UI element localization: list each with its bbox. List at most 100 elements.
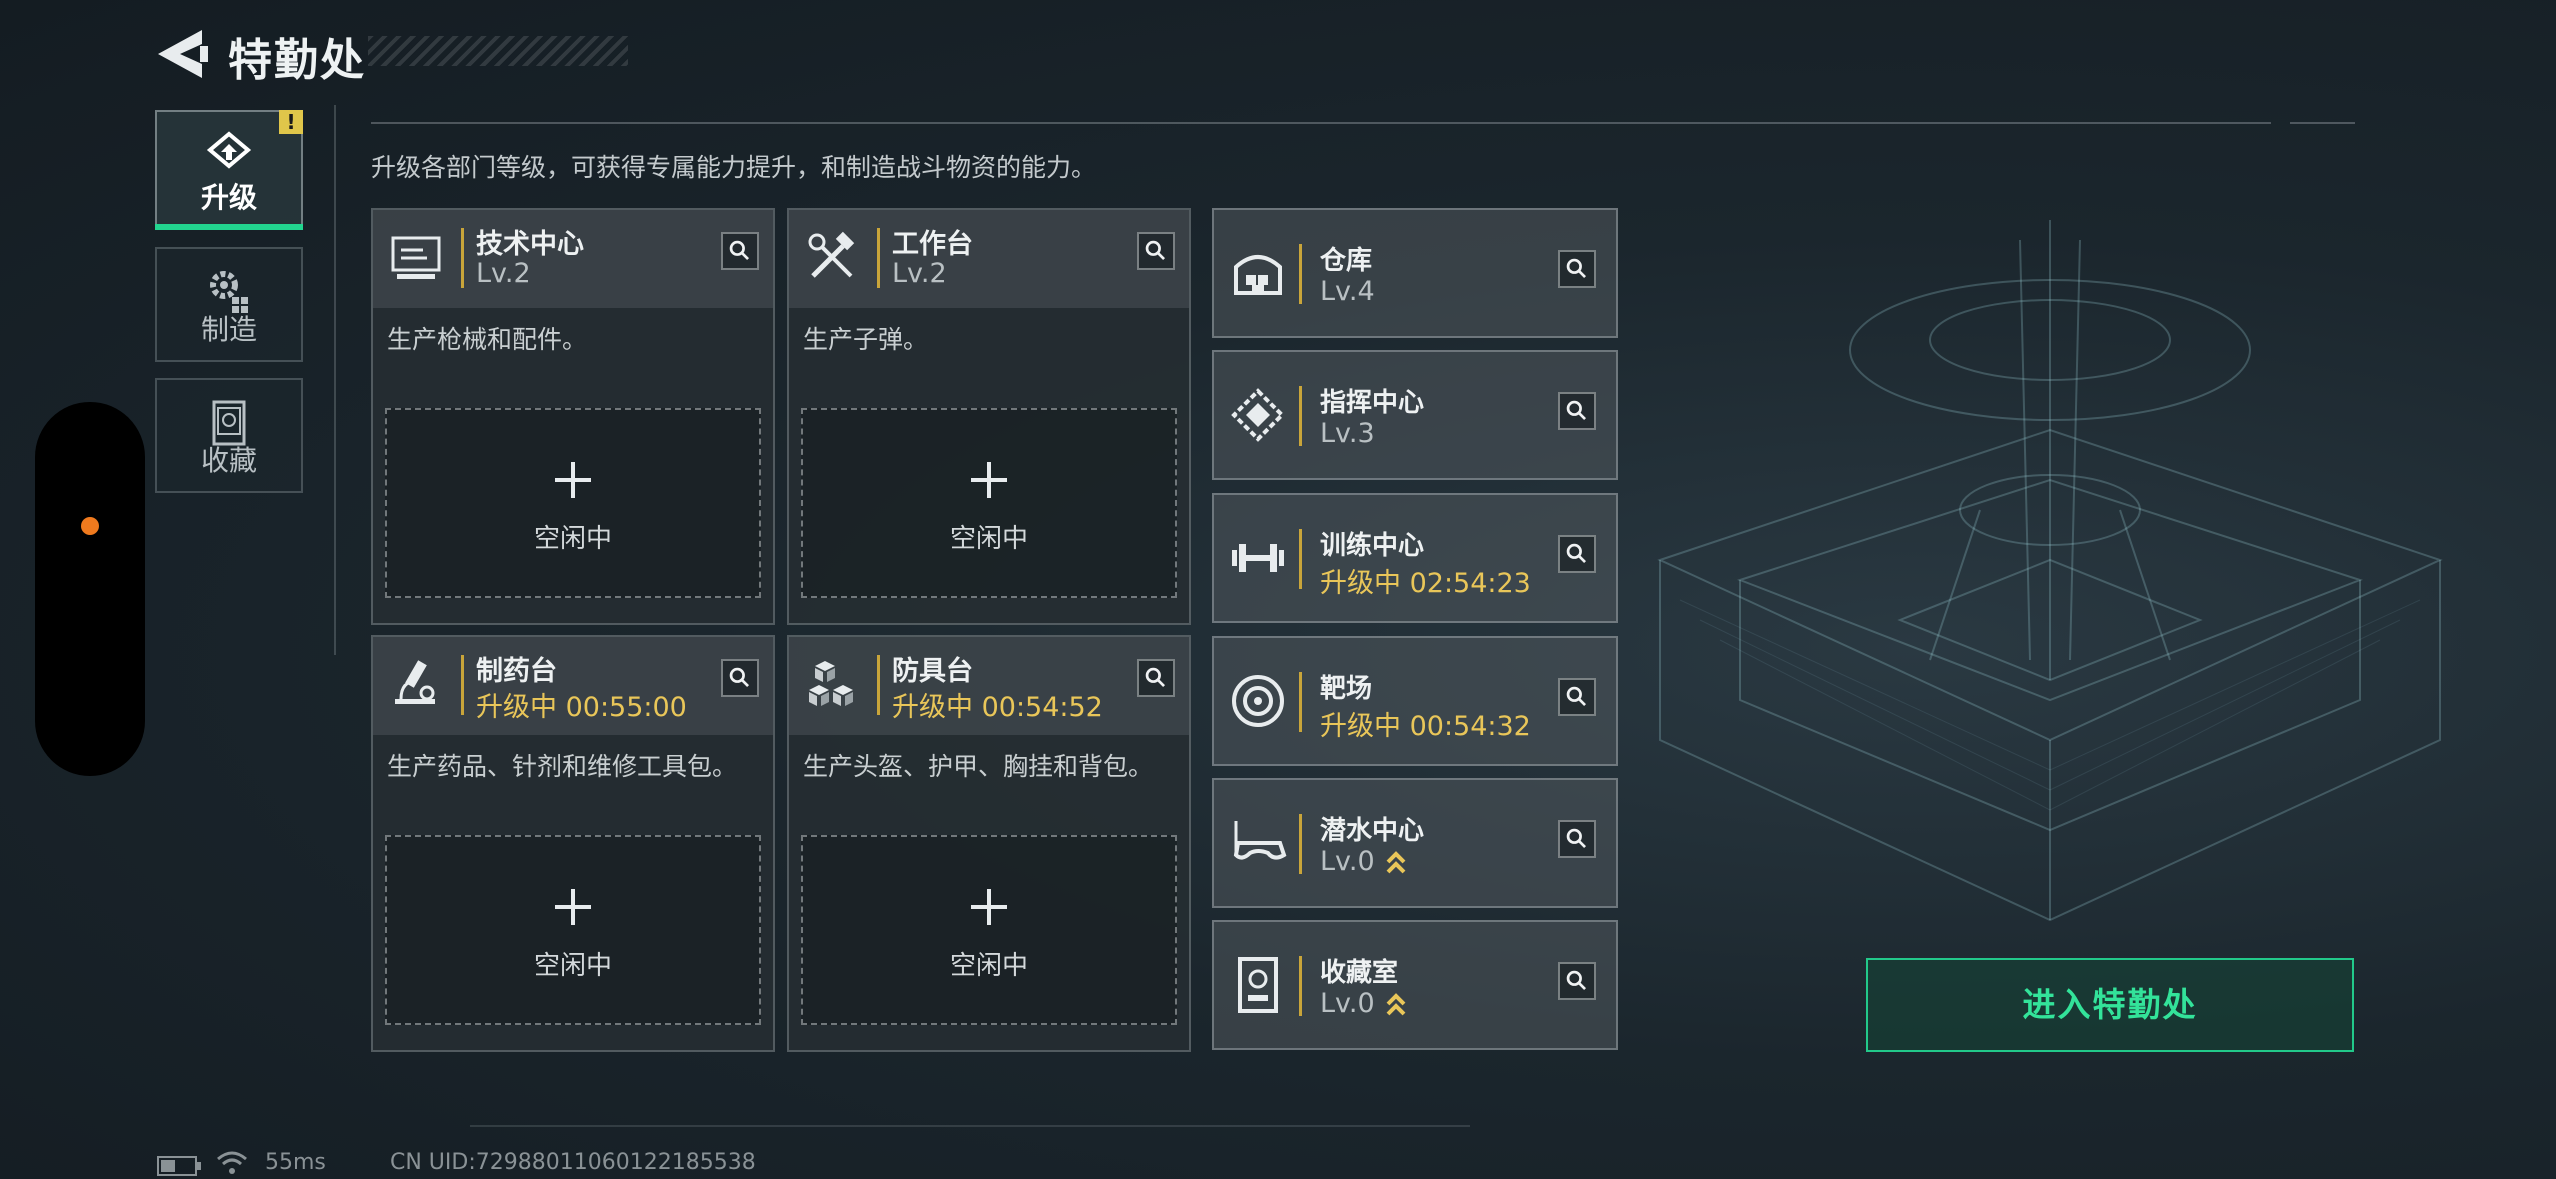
search-icon[interactable] (1137, 659, 1175, 697)
facility-card-workbench: 工作台 Lv.2 生产子弹。 空闲中 (787, 208, 1191, 625)
department-upgrade-timer: 升级中 00:54:32 (1320, 711, 1531, 742)
search-icon[interactable] (1558, 250, 1596, 288)
facility-name: 技术中心 (476, 229, 584, 260)
tools-icon (808, 231, 855, 278)
search-icon[interactable] (721, 659, 759, 697)
tab-collection-label: 收藏 (200, 444, 257, 477)
card-separator (1299, 386, 1302, 446)
divider-line (2290, 122, 2355, 124)
tab-craft-label: 制造 (200, 313, 257, 346)
facility-name: 防具台 (892, 656, 973, 687)
department-level: Lv.3 (1320, 418, 1375, 449)
microscope-icon (395, 660, 435, 704)
facility-card-pharmacy: 制药台 升级中 00:55:00 生产药品、针剂和维修工具包。 空闲中 (371, 635, 775, 1052)
tab-collection[interactable]: 收藏 (155, 378, 303, 493)
card-separator (1299, 956, 1302, 1016)
department-name: 收藏室 (1320, 958, 1399, 988)
facility-description: 生产药品、针剂和维修工具包。 (387, 752, 738, 781)
alert-badge: ! (279, 110, 303, 134)
production-slot[interactable]: 空闲中 (801, 835, 1177, 1025)
card-separator (461, 655, 464, 715)
divider-line (470, 1125, 1470, 1127)
department-name: 仓库 (1320, 246, 1373, 276)
diving-mask-icon (1233, 821, 1287, 860)
card-separator (1299, 244, 1302, 304)
armor-blocks-icon (809, 661, 853, 706)
department-level: Lv.4 (1320, 276, 1375, 307)
page-title: 特勤处 (228, 35, 366, 86)
divider-line (371, 122, 2271, 124)
display-case-icon (1238, 957, 1278, 1013)
facility-upgrade-timer: 升级中 00:55:00 (476, 692, 687, 723)
command-chip-icon (1231, 388, 1285, 442)
facility-level: Lv.2 (476, 258, 531, 289)
upgrade-available-chevron-icon (1386, 850, 1406, 873)
facility-card-armor-bench: 防具台 升级中 00:54:52 生产头盔、护甲、胸挂和背包。 空闲中 (787, 635, 1191, 1052)
facility-card-tech-center: 技术中心 Lv.2 生产枪械和配件。 空闲中 (371, 208, 775, 625)
search-icon[interactable] (1137, 232, 1175, 270)
dumbbell-icon (1232, 544, 1284, 572)
department-card-collection-room[interactable]: 收藏室 Lv.0 (1212, 920, 1618, 1050)
production-slot[interactable]: 空闲中 (385, 835, 761, 1025)
warehouse-icon (1234, 255, 1282, 295)
production-slot[interactable]: 空闲中 (385, 408, 761, 598)
facility-description: 生产头盔、护甲、胸挂和背包。 (803, 752, 1154, 781)
department-name: 训练中心 (1320, 531, 1425, 561)
department-level-text: Lv.0 (1320, 988, 1375, 1019)
slot-status: 空闲中 (949, 524, 1028, 554)
active-tab-indicator (155, 224, 303, 230)
search-icon[interactable] (1558, 962, 1596, 1000)
upgrade-available-chevron-icon (1386, 992, 1406, 1015)
plus-icon (971, 462, 1007, 498)
plus-icon (555, 889, 591, 925)
search-icon[interactable] (1558, 678, 1596, 716)
department-level-text: Lv.0 (1320, 846, 1375, 877)
upgrade-icon (206, 131, 252, 169)
department-level: Lv.0 (1320, 846, 1407, 878)
floating-side-handle[interactable] (35, 402, 145, 776)
facility-hologram-illustration (1657, 220, 2443, 922)
tab-upgrade-label: 升级 (200, 181, 257, 214)
card-separator (461, 228, 464, 288)
search-icon[interactable] (721, 232, 759, 270)
search-icon[interactable] (1558, 820, 1596, 858)
department-name: 潜水中心 (1320, 816, 1425, 846)
production-slot[interactable]: 空闲中 (801, 408, 1177, 598)
user-uid: CN UID:7298801106012218553​8 (390, 1150, 756, 1175)
battery-icon (157, 1156, 201, 1176)
department-card-command-center[interactable]: 指挥中心 Lv.3 (1212, 350, 1618, 480)
recording-dot-indicator (81, 517, 99, 535)
department-name: 指挥中心 (1320, 388, 1425, 418)
slot-status: 空闲中 (533, 524, 612, 554)
department-card-diving-center[interactable]: 潜水中心 Lv.0 (1212, 778, 1618, 908)
department-name: 靶场 (1320, 674, 1373, 704)
facility-name: 制药台 (476, 656, 557, 687)
plus-icon (555, 462, 591, 498)
department-card-warehouse[interactable]: 仓库 Lv.4 (1212, 208, 1618, 338)
slot-status: 空闲中 (533, 951, 612, 981)
search-icon[interactable] (1558, 392, 1596, 430)
search-icon[interactable] (1558, 535, 1596, 573)
department-level: Lv.0 (1320, 988, 1407, 1020)
card-separator (1299, 814, 1302, 874)
enter-special-ops-button[interactable]: 进入特勤处 (1866, 958, 2354, 1052)
facility-name: 工作台 (892, 229, 973, 260)
department-upgrade-timer: 升级中 02:54:23 (1320, 568, 1531, 599)
ping-indicator: 55ms (265, 1150, 326, 1175)
card-separator (877, 228, 880, 288)
enter-button-label: 进入特勤处 (2022, 985, 2198, 1024)
facility-description: 生产子弹。 (803, 325, 929, 354)
tab-craft[interactable]: 制造 (155, 247, 303, 362)
page-description: 升级各部门等级，可获得专属能力提升，和制造战斗物资的能力。 (371, 153, 1097, 182)
target-icon (1232, 675, 1284, 727)
divider-line (334, 105, 336, 655)
card-separator (1299, 672, 1302, 732)
facility-description: 生产枪械和配件。 (387, 325, 588, 354)
tech-monitor-icon (391, 236, 441, 279)
department-card-shooting-range[interactable]: 靶场 升级中 00:54:32 (1212, 636, 1618, 766)
facility-upgrade-timer: 升级中 00:54:52 (892, 692, 1103, 723)
facility-level: Lv.2 (892, 258, 947, 289)
department-card-training-center[interactable]: 训练中心 升级中 02:54:23 (1212, 493, 1618, 623)
card-separator (877, 655, 880, 715)
back-arrow-icon[interactable] (150, 26, 210, 82)
